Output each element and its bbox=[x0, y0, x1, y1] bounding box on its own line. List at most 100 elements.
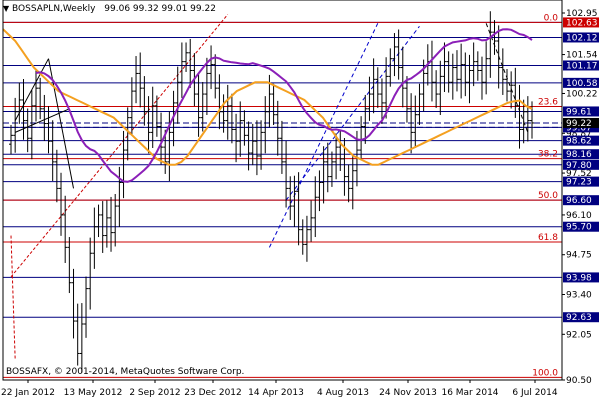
price-level-badge: 100.58 bbox=[566, 79, 598, 89]
x-tick-label: 4 Aug 2013 bbox=[317, 388, 369, 398]
price-bar bbox=[313, 176, 318, 238]
price-level-badge: 98.62 bbox=[566, 137, 592, 147]
price-bar bbox=[275, 100, 280, 156]
ohlc-readout: 99.06 99.32 99.01 99.22 bbox=[104, 4, 216, 14]
price-bar bbox=[46, 106, 51, 154]
price-bar bbox=[38, 77, 43, 120]
price-bar bbox=[271, 83, 276, 126]
price-bar bbox=[325, 142, 330, 193]
price-bar bbox=[96, 204, 101, 238]
price-bar bbox=[300, 219, 305, 255]
price-bar bbox=[21, 79, 26, 140]
price-bar bbox=[50, 120, 55, 182]
y-tick-label: 101.54 bbox=[566, 51, 598, 61]
price-level-badge: 97.23 bbox=[566, 178, 592, 188]
price-bar bbox=[321, 146, 326, 204]
price-bar bbox=[496, 25, 501, 89]
price-bar bbox=[150, 86, 155, 149]
x-tick-label: 14 Apr 2013 bbox=[248, 388, 304, 398]
price-bar bbox=[179, 42, 184, 98]
price-bar bbox=[229, 93, 234, 144]
price-bar bbox=[75, 303, 80, 366]
price-bar bbox=[246, 121, 251, 171]
x-tick-label: 6 Jul 2014 bbox=[512, 388, 557, 398]
price-bar bbox=[446, 51, 451, 93]
last-price-badge: 99.22 bbox=[566, 119, 592, 129]
price-bar bbox=[454, 50, 459, 92]
fibonacci-label: 50.0 bbox=[538, 191, 558, 201]
fibonacci-label: 38.2 bbox=[538, 150, 558, 160]
price-bar bbox=[375, 67, 380, 108]
price-bar bbox=[450, 53, 455, 100]
fibonacci-label: 23.6 bbox=[538, 97, 558, 107]
price-bar bbox=[292, 175, 297, 228]
price-bar bbox=[138, 52, 143, 108]
price-bar bbox=[254, 120, 259, 176]
price-bar bbox=[475, 51, 480, 81]
fibonacci-label: 100.0 bbox=[532, 368, 558, 378]
fib-top-badge: 102.63 bbox=[566, 18, 598, 28]
price-level-badge: 93.98 bbox=[566, 273, 592, 283]
price-bar bbox=[54, 149, 59, 203]
price-bar bbox=[84, 276, 89, 338]
price-bar bbox=[484, 41, 489, 95]
price-bar bbox=[459, 43, 464, 99]
copyright-label: BOSSAFX, © 2001-2014, MetaQuotes Softwar… bbox=[6, 367, 245, 377]
price-bar bbox=[104, 200, 109, 248]
price-bar bbox=[417, 83, 422, 126]
price-bar bbox=[188, 38, 193, 88]
price-bar bbox=[479, 56, 484, 100]
price-level-badge: 95.70 bbox=[566, 223, 592, 233]
price-bar bbox=[413, 95, 418, 149]
price-bar bbox=[388, 48, 393, 87]
x-tick-label: 16 Mar 2014 bbox=[441, 388, 498, 398]
y-tick-label: 96.10 bbox=[566, 211, 592, 221]
price-bar bbox=[79, 303, 84, 373]
price-bar bbox=[134, 56, 139, 104]
axes: 102.95101.54100.2298.8797.5296.1094.7593… bbox=[1, 0, 599, 398]
price-bar bbox=[88, 237, 93, 310]
fibonacci-label: 0.0 bbox=[544, 13, 559, 23]
price-bar bbox=[34, 69, 39, 122]
price-bar bbox=[279, 120, 284, 174]
price-bar bbox=[288, 176, 293, 220]
y-tick-label: 90.50 bbox=[566, 376, 592, 386]
price-bar bbox=[213, 54, 218, 99]
price-bar bbox=[346, 164, 351, 203]
symbol-label: BOSSAPLN,Weekly bbox=[12, 4, 96, 14]
price-bar bbox=[9, 125, 13, 155]
chart-canvas: 0.0 23.6 38.2 50.0 61.8 100.0 102.95101.54100… bbox=[1, 0, 599, 398]
price-bar bbox=[146, 96, 151, 154]
price-bar bbox=[371, 58, 376, 114]
price-bar bbox=[488, 11, 493, 78]
price-level-badge: 92.63 bbox=[566, 313, 592, 323]
price-bar bbox=[471, 42, 476, 87]
y-tick-label: 100.22 bbox=[566, 89, 598, 99]
y-tick-label: 92.05 bbox=[566, 330, 592, 340]
x-tick-label: 24 Nov 2013 bbox=[379, 388, 437, 398]
chart-header: ▼ BOSSAPLN,Weekly 99.06 99.32 99.01 99.2… bbox=[3, 3, 216, 15]
x-tick-label: 13 May 2012 bbox=[64, 388, 123, 398]
price-bar bbox=[463, 52, 468, 97]
price-bar bbox=[92, 207, 97, 269]
price-bar bbox=[184, 42, 189, 72]
price-bar bbox=[42, 94, 47, 141]
x-tick-label: 2 Sep 2012 bbox=[129, 388, 180, 398]
price-level-badge: 98.16 bbox=[566, 150, 592, 160]
red-dashed-trendline bbox=[10, 235, 16, 360]
price-bar bbox=[142, 76, 147, 126]
price-bar bbox=[400, 46, 405, 108]
price-bar bbox=[63, 195, 68, 263]
x-tick-label: 22 Jan 2012 bbox=[1, 388, 55, 398]
price-bar bbox=[25, 108, 30, 153]
price-bar bbox=[67, 237, 72, 294]
chart-window: 0.0 23.6 38.2 50.0 61.8 100.0 102.95 101.54 100… bbox=[0, 0, 600, 400]
price-bar bbox=[442, 42, 447, 93]
price-bar bbox=[71, 268, 76, 339]
y-tick-label: 94.75 bbox=[566, 251, 592, 261]
price-bar bbox=[309, 200, 314, 242]
price-bar bbox=[513, 67, 518, 118]
collapse-triangle-icon[interactable]: ▼ bbox=[3, 4, 9, 13]
price-bar bbox=[238, 101, 243, 157]
price-bar bbox=[392, 33, 397, 77]
